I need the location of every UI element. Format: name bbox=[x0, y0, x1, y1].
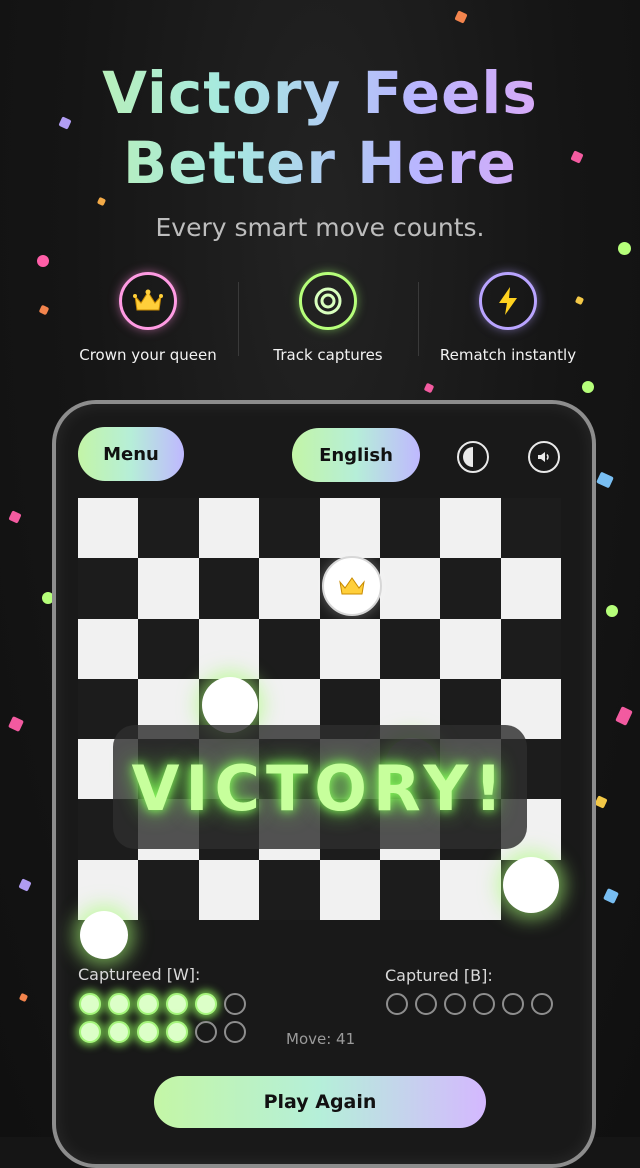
lightning-icon bbox=[479, 272, 537, 330]
play-again-button[interactable]: Play Again bbox=[154, 1076, 486, 1128]
target-icon bbox=[299, 272, 357, 330]
captured-white-slot-filled bbox=[79, 1021, 101, 1043]
captured-white-slot-filled bbox=[166, 993, 188, 1015]
captured-white-slot-empty bbox=[224, 993, 246, 1015]
captured-white-slot-filled bbox=[108, 993, 130, 1015]
captured-white-slot-filled bbox=[79, 993, 101, 1015]
captured-black-slot-empty bbox=[502, 993, 524, 1015]
feature-rematch-label: Rematch instantly bbox=[439, 346, 577, 364]
captured-black-slot-empty bbox=[444, 993, 466, 1015]
captured-black-slot-empty bbox=[415, 993, 437, 1015]
move-counter: Move: 41 bbox=[286, 1030, 356, 1048]
menu-button[interactable]: Menu bbox=[78, 427, 184, 481]
captured-white-label: Captureed [W]: bbox=[78, 965, 201, 984]
captured-white-slot-filled bbox=[137, 1021, 159, 1043]
captured-white-slot-filled bbox=[166, 1021, 188, 1043]
captured-white-slot-filled bbox=[108, 1021, 130, 1043]
speaker-icon[interactable] bbox=[528, 441, 560, 473]
captured-white-slot-empty bbox=[224, 1021, 246, 1043]
headline-line-2: Better Here bbox=[0, 128, 640, 198]
feature-track: Track captures bbox=[228, 272, 428, 364]
game-piece[interactable] bbox=[503, 857, 559, 913]
crown-icon bbox=[339, 577, 365, 595]
captured-black-label: Captured [B]: bbox=[385, 966, 493, 985]
queen-piece[interactable] bbox=[322, 556, 382, 616]
game-board[interactable] bbox=[78, 498, 561, 920]
headline-line-1: Victory Feels bbox=[0, 58, 640, 128]
feature-track-label: Track captures bbox=[273, 346, 383, 364]
contrast-icon[interactable] bbox=[457, 441, 489, 473]
feature-crown-label: Crown your queen bbox=[79, 346, 217, 364]
captured-black-slot-empty bbox=[473, 993, 495, 1015]
captured-white-slot-empty bbox=[195, 1021, 217, 1043]
captured-black-slot-empty bbox=[531, 993, 553, 1015]
headline: Victory Feels Better Here bbox=[0, 58, 640, 198]
feature-rematch: Rematch instantly bbox=[408, 272, 608, 364]
captured-black-slot-empty bbox=[386, 993, 408, 1015]
crown-icon bbox=[119, 272, 177, 330]
subtitle: Every smart move counts. bbox=[155, 213, 485, 242]
victory-text: VICTORY! bbox=[131, 752, 509, 825]
captured-white-slot-filled bbox=[137, 993, 159, 1015]
language-button[interactable]: English bbox=[292, 428, 420, 482]
game-piece[interactable] bbox=[80, 911, 128, 959]
feature-crown: Crown your queen bbox=[48, 272, 248, 364]
captured-white-slot-filled bbox=[195, 993, 217, 1015]
